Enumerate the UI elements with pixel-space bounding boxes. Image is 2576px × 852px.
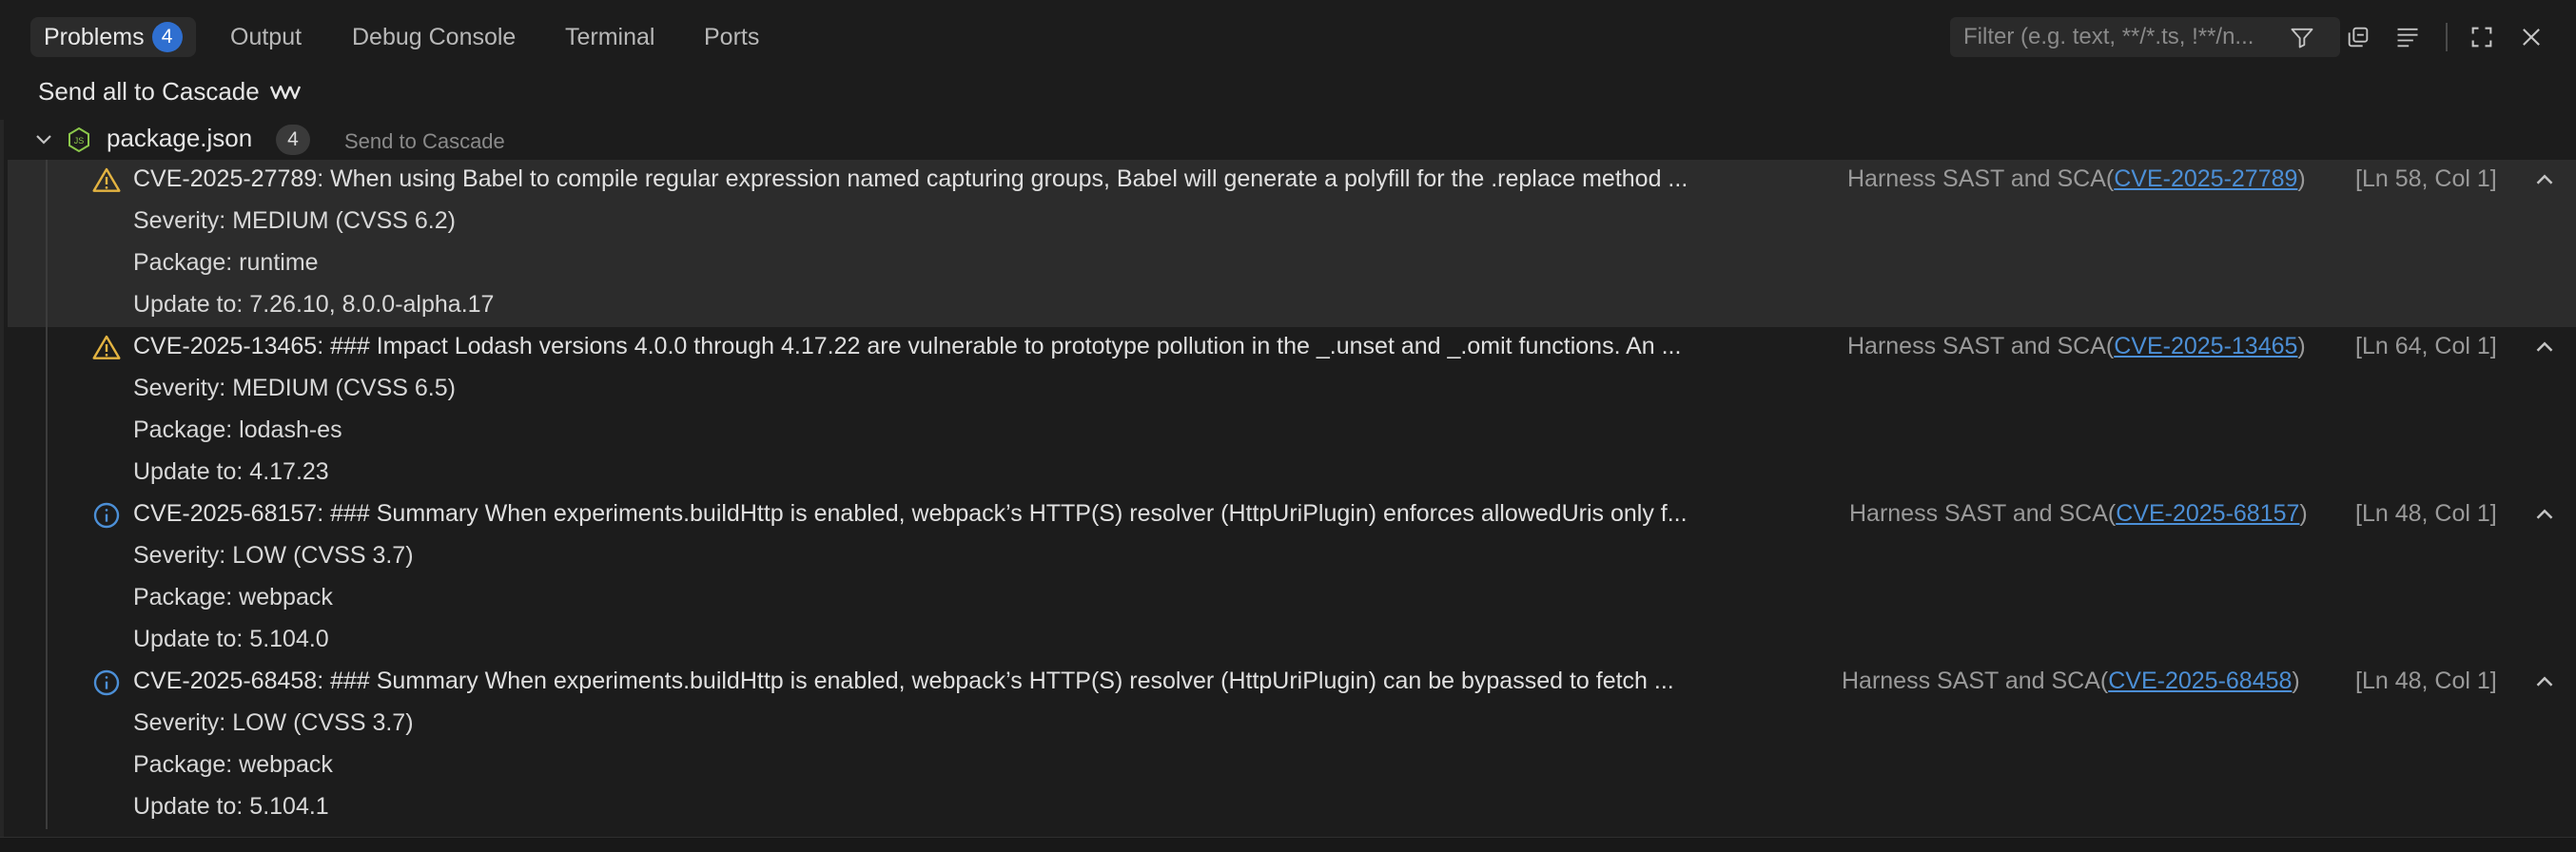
problem-source: Harness SAST and SCA(CVE-2025-27789) bbox=[1847, 165, 2306, 193]
chevron-up-icon[interactable] bbox=[2530, 165, 2559, 194]
cve-link[interactable]: CVE-2025-27789 bbox=[2114, 165, 2297, 192]
problem-item[interactable]: CVE-2025-27789: When using Babel to comp… bbox=[8, 160, 2576, 327]
warning-icon bbox=[92, 167, 121, 192]
tab-output[interactable]: Output bbox=[217, 17, 315, 57]
send-all-to-cascade-button[interactable]: Send all to Cascade bbox=[38, 72, 302, 110]
send-all-label: Send all to Cascade bbox=[38, 76, 260, 106]
problem-detail: Severity: LOW (CVSS 3.7) bbox=[133, 542, 414, 569]
problem-detail: Update to: 4.17.23 bbox=[133, 458, 329, 485]
source-label: Harness SAST and SCA( bbox=[1847, 333, 2115, 359]
indent-guide bbox=[46, 327, 48, 494]
tab-label: Output bbox=[230, 23, 302, 50]
source-close: ) bbox=[2299, 500, 2308, 527]
problem-location: [Ln 48, Col 1] bbox=[2355, 500, 2497, 527]
left-edge bbox=[0, 120, 4, 837]
source-close: ) bbox=[2292, 668, 2300, 694]
problem-detail: Package: lodash-es bbox=[133, 416, 342, 443]
file-name: package.json bbox=[107, 124, 253, 152]
problem-detail: Package: runtime bbox=[133, 249, 319, 276]
tab-problems[interactable]: Problems 4 bbox=[30, 17, 196, 57]
problem-source: Harness SAST and SCA(CVE-2025-13465) bbox=[1847, 333, 2306, 360]
problem-source: Harness SAST and SCA(CVE-2025-68458) bbox=[1842, 668, 2300, 695]
cve-link[interactable]: CVE-2025-68157 bbox=[2116, 500, 2299, 527]
warning-icon bbox=[92, 335, 121, 359]
indent-guide bbox=[46, 494, 48, 662]
problem-source: Harness SAST and SCA(CVE-2025-68157) bbox=[1849, 500, 2308, 528]
chevron-up-icon[interactable] bbox=[2530, 668, 2559, 696]
problem-detail: Update to: 7.26.10, 8.0.0-alpha.17 bbox=[133, 291, 495, 318]
tab-label: Terminal bbox=[565, 23, 655, 50]
problem-detail: Update to: 5.104.0 bbox=[133, 626, 329, 652]
problem-title: CVE-2025-68157: ### Summary When experim… bbox=[133, 500, 1688, 527]
nodejs-file-icon: JS bbox=[68, 126, 89, 153]
source-label: Harness SAST and SCA( bbox=[1847, 165, 2115, 192]
problem-item[interactable]: CVE-2025-68458: ### Summary When experim… bbox=[8, 662, 2576, 829]
indent-guide bbox=[46, 160, 48, 327]
cve-link[interactable]: CVE-2025-13465 bbox=[2114, 333, 2297, 359]
tab-label: Ports bbox=[704, 23, 760, 50]
problem-detail: Severity: MEDIUM (CVSS 6.5) bbox=[133, 375, 456, 401]
cve-link[interactable]: CVE-2025-68458 bbox=[2108, 668, 2292, 694]
problem-location: [Ln 64, Col 1] bbox=[2355, 333, 2497, 359]
source-close: ) bbox=[2297, 165, 2306, 192]
info-icon bbox=[93, 502, 120, 529]
filter-icon[interactable] bbox=[2286, 21, 2318, 53]
filter-box bbox=[1950, 17, 2340, 57]
problem-title: CVE-2025-27789: When using Babel to comp… bbox=[133, 165, 1688, 192]
file-group-row[interactable]: JS package.json 4 Send to Cascade bbox=[0, 120, 2576, 160]
problem-detail: Severity: MEDIUM (CVSS 6.2) bbox=[133, 207, 456, 234]
toolbar-separator bbox=[2446, 23, 2448, 51]
status-bar bbox=[0, 837, 2576, 852]
problem-title: CVE-2025-68458: ### Summary When experim… bbox=[133, 668, 1674, 694]
chevron-down-icon[interactable] bbox=[32, 127, 55, 150]
source-label: Harness SAST and SCA( bbox=[1849, 500, 2117, 527]
problem-item[interactable]: CVE-2025-13465: ### Impact Lodash versio… bbox=[8, 327, 2576, 494]
indent-guide bbox=[46, 662, 48, 829]
source-label: Harness SAST and SCA( bbox=[1842, 668, 2109, 694]
maximize-icon[interactable] bbox=[2466, 21, 2498, 53]
problems-count-badge: 4 bbox=[151, 22, 183, 52]
problems-panel: Problems 4 Output Debug Console Terminal… bbox=[0, 0, 2576, 852]
tab-terminal[interactable]: Terminal bbox=[552, 17, 668, 57]
problem-detail: Package: webpack bbox=[133, 751, 333, 778]
problem-title: CVE-2025-13465: ### Impact Lodash versio… bbox=[133, 333, 1682, 359]
info-icon bbox=[93, 669, 120, 696]
source-close: ) bbox=[2297, 333, 2306, 359]
problem-item[interactable]: CVE-2025-68157: ### Summary When experim… bbox=[8, 494, 2576, 662]
tab-ports[interactable]: Ports bbox=[691, 17, 772, 57]
filter-input[interactable] bbox=[1963, 24, 2287, 50]
tab-label: Debug Console bbox=[352, 23, 517, 50]
problem-location: [Ln 48, Col 1] bbox=[2355, 668, 2497, 694]
problem-detail: Severity: LOW (CVSS 3.7) bbox=[133, 709, 414, 736]
problem-detail: Update to: 5.104.1 bbox=[133, 793, 329, 820]
tab-debug-console[interactable]: Debug Console bbox=[339, 17, 529, 57]
problem-location: [Ln 58, Col 1] bbox=[2355, 165, 2497, 192]
tab-label: Problems bbox=[44, 23, 145, 50]
close-icon[interactable] bbox=[2515, 21, 2547, 53]
problem-detail: Package: webpack bbox=[133, 584, 333, 610]
file-problem-count: 4 bbox=[276, 125, 310, 155]
collapse-all-icon[interactable] bbox=[2342, 21, 2374, 53]
svg-text:JS: JS bbox=[74, 136, 85, 145]
cascade-icon bbox=[269, 85, 301, 100]
send-to-cascade-link[interactable]: Send to Cascade bbox=[344, 129, 505, 154]
view-as-list-icon[interactable] bbox=[2391, 21, 2424, 53]
panel-tab-bar: Problems 4 Output Debug Console Terminal… bbox=[0, 0, 2576, 72]
chevron-up-icon[interactable] bbox=[2530, 500, 2559, 529]
chevron-up-icon[interactable] bbox=[2530, 333, 2559, 361]
